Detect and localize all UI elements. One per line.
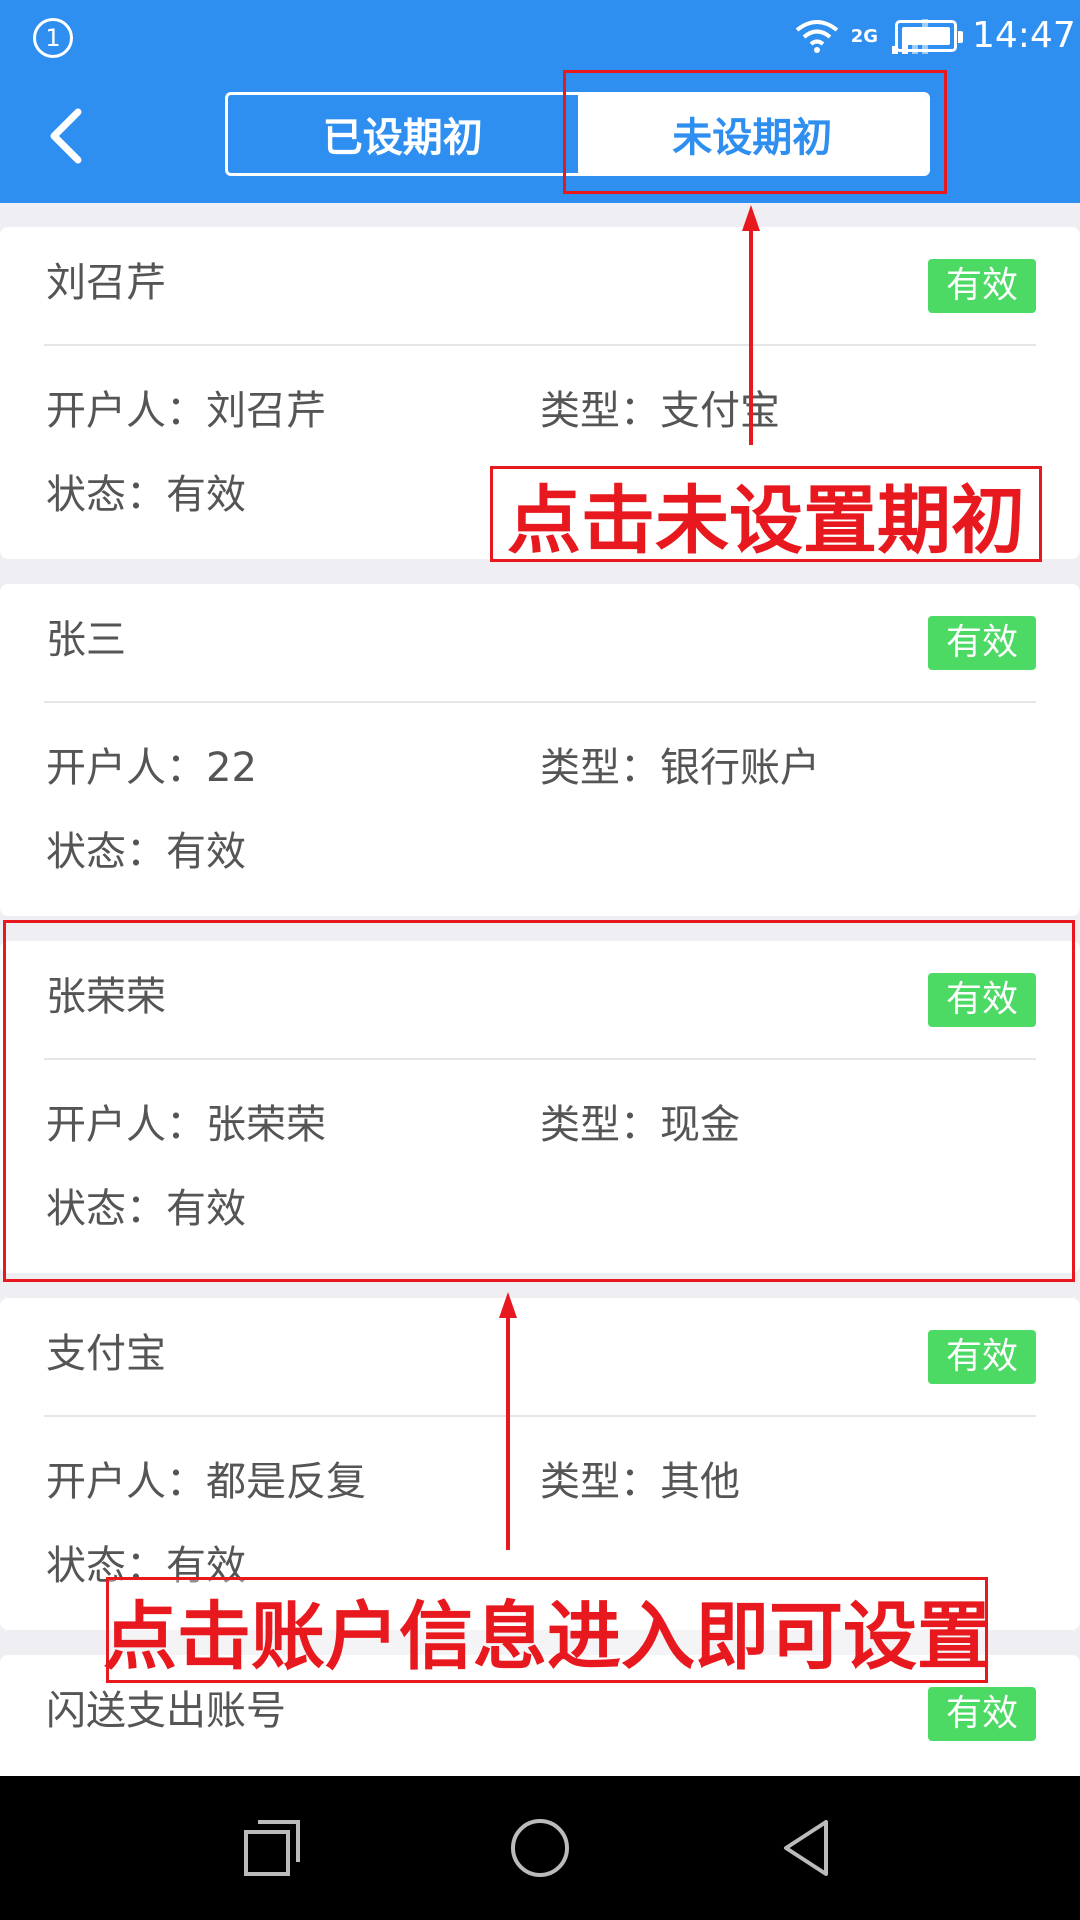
tab-set-opening[interactable]: 已设期初	[228, 95, 578, 173]
account-name: 闪送支出账号	[46, 1688, 286, 1734]
status-badge: 有效	[928, 259, 1036, 313]
status-badge: 有效	[928, 616, 1036, 670]
account-owner: 开户人：都是反复	[46, 1459, 366, 1505]
network-type-label: 2G	[850, 25, 878, 47]
battery-icon	[895, 20, 963, 52]
notification-count-icon: 1	[33, 18, 73, 58]
account-type: 类型：其他	[540, 1459, 740, 1505]
tab-hint-label: 点击未设置期初	[490, 466, 1042, 564]
divider	[44, 344, 1036, 346]
wifi-icon	[795, 20, 838, 53]
divider	[44, 1415, 1036, 1417]
account-owner: 开户人：刘召芹	[46, 388, 326, 434]
account-card[interactable]: 张三 有效 开户人：22 类型：银行账户 状态：有效	[0, 584, 1080, 916]
divider	[44, 701, 1036, 703]
arrow-up-icon	[742, 205, 760, 445]
account-hint-label: 点击账户信息进入即可设置	[103, 1577, 991, 1683]
status-bar: 1 2G 14:47	[0, 0, 1080, 72]
clock: 14:47	[972, 15, 1076, 56]
account-name: 刘召芹	[46, 260, 166, 306]
account-status: 状态：有效	[46, 472, 246, 518]
tab-highlight-box	[563, 70, 947, 194]
status-badge: 有效	[928, 1330, 1036, 1384]
account-name: 张三	[46, 617, 126, 663]
status-badge: 有效	[928, 1687, 1036, 1741]
arrow-up-icon	[499, 1292, 517, 1550]
back-icon[interactable]	[42, 106, 88, 166]
account-status: 状态：有效	[46, 829, 246, 875]
account-type: 类型：银行账户	[540, 745, 820, 791]
account-highlight-box	[3, 920, 1075, 1282]
home-icon[interactable]	[508, 1816, 572, 1880]
system-nav-bar	[0, 1776, 1080, 1920]
account-owner: 开户人：22	[46, 745, 257, 791]
back-nav-icon[interactable]	[776, 1816, 840, 1880]
recent-apps-icon[interactable]	[240, 1816, 304, 1880]
account-name: 支付宝	[46, 1331, 166, 1377]
